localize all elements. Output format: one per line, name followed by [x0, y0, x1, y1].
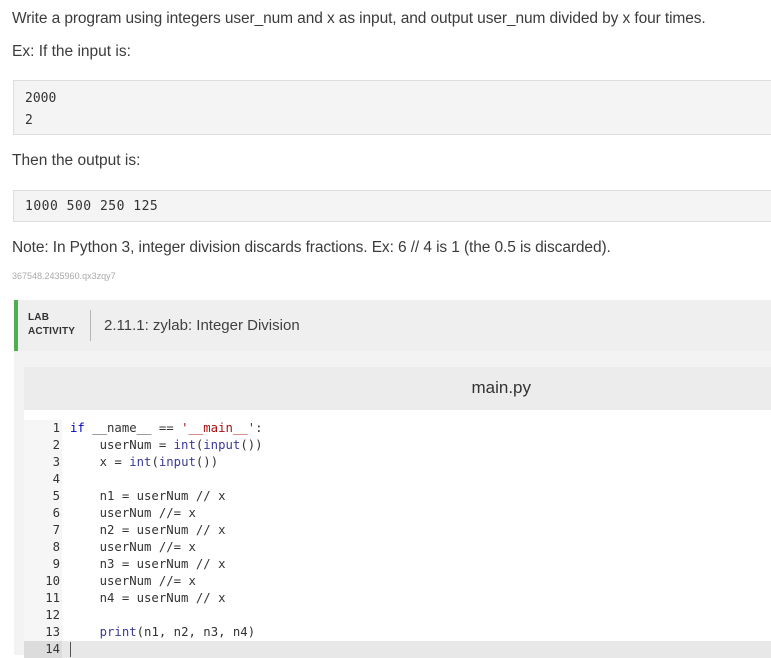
code-line[interactable]: userNum //= x [70, 539, 771, 556]
lab-activity-header: LAB ACTIVITY 2.11.1: zylab: Integer Divi… [14, 300, 771, 351]
line-number: 12 [45, 608, 60, 622]
line-number: 4 [52, 472, 60, 486]
code-line[interactable]: x = int(input()) [70, 454, 771, 471]
code-line-active[interactable] [70, 641, 771, 658]
line-number: 1 [52, 421, 60, 435]
line-number: 3 [52, 455, 60, 469]
file-name[interactable]: main.py [471, 378, 531, 398]
code-line[interactable]: n1 = userNum // x [70, 488, 771, 505]
code-editor[interactable]: main.py 1 2 3 4 5 6 7 8 9 10 11 12 13 14… [24, 367, 771, 658]
code-line[interactable]: print(n1, n2, n3, n4) [70, 624, 771, 641]
lab-activity-tag: LAB ACTIVITY [28, 311, 75, 339]
code-line[interactable]: userNum //= x [70, 573, 771, 590]
code-area[interactable]: 1 2 3 4 5 6 7 8 9 10 11 12 13 14 if __na… [24, 420, 771, 658]
line-number: 10 [45, 574, 60, 588]
header-divider [90, 310, 91, 341]
then-label: Then the output is: [12, 152, 141, 169]
example-input-box: 2000 2 [13, 80, 771, 135]
line-number: 14 [24, 641, 62, 658]
code-line[interactable]: n3 = userNum // x [70, 556, 771, 573]
code-line[interactable]: userNum //= x [70, 505, 771, 522]
lab-tag-line1: LAB [28, 312, 50, 323]
code-line[interactable]: n4 = userNum // x [70, 590, 771, 607]
example-input-line: 2 [25, 113, 33, 128]
activity-id: 367548.2435960.qx3zqy7 [12, 271, 116, 281]
line-number: 13 [45, 625, 60, 639]
code-line[interactable] [70, 607, 771, 624]
code-line[interactable]: n2 = userNum // x [70, 522, 771, 539]
editor-container: main.py 1 2 3 4 5 6 7 8 9 10 11 12 13 14… [14, 351, 771, 658]
example-label: Ex: If the input is: [12, 43, 131, 60]
line-number: 8 [52, 540, 60, 554]
line-number: 11 [45, 591, 60, 605]
line-number: 9 [52, 557, 60, 571]
example-output-box: 1000 500 250 125 [13, 190, 771, 222]
problem-statement: Write a program using integers user_num … [12, 10, 706, 27]
code-lines[interactable]: if __name__ == '__main__': userNum = int… [70, 420, 771, 658]
line-number-gutter: 1 2 3 4 5 6 7 8 9 10 11 12 13 14 [24, 420, 62, 658]
example-input-line: 2000 [25, 91, 57, 106]
line-number: 6 [52, 506, 60, 520]
code-line[interactable]: if __name__ == '__main__': [70, 420, 771, 437]
lab-title: 2.11.1: zylab: Integer Division [104, 317, 300, 334]
code-line[interactable]: userNum = int(input()) [70, 437, 771, 454]
file-tab-bar: main.py [24, 367, 771, 410]
code-line[interactable] [70, 471, 771, 488]
lab-tag-line2: ACTIVITY [28, 326, 76, 337]
note-text: Note: In Python 3, integer division disc… [12, 239, 611, 256]
line-number: 5 [52, 489, 60, 503]
line-number: 2 [52, 438, 60, 452]
line-number: 7 [52, 523, 60, 537]
